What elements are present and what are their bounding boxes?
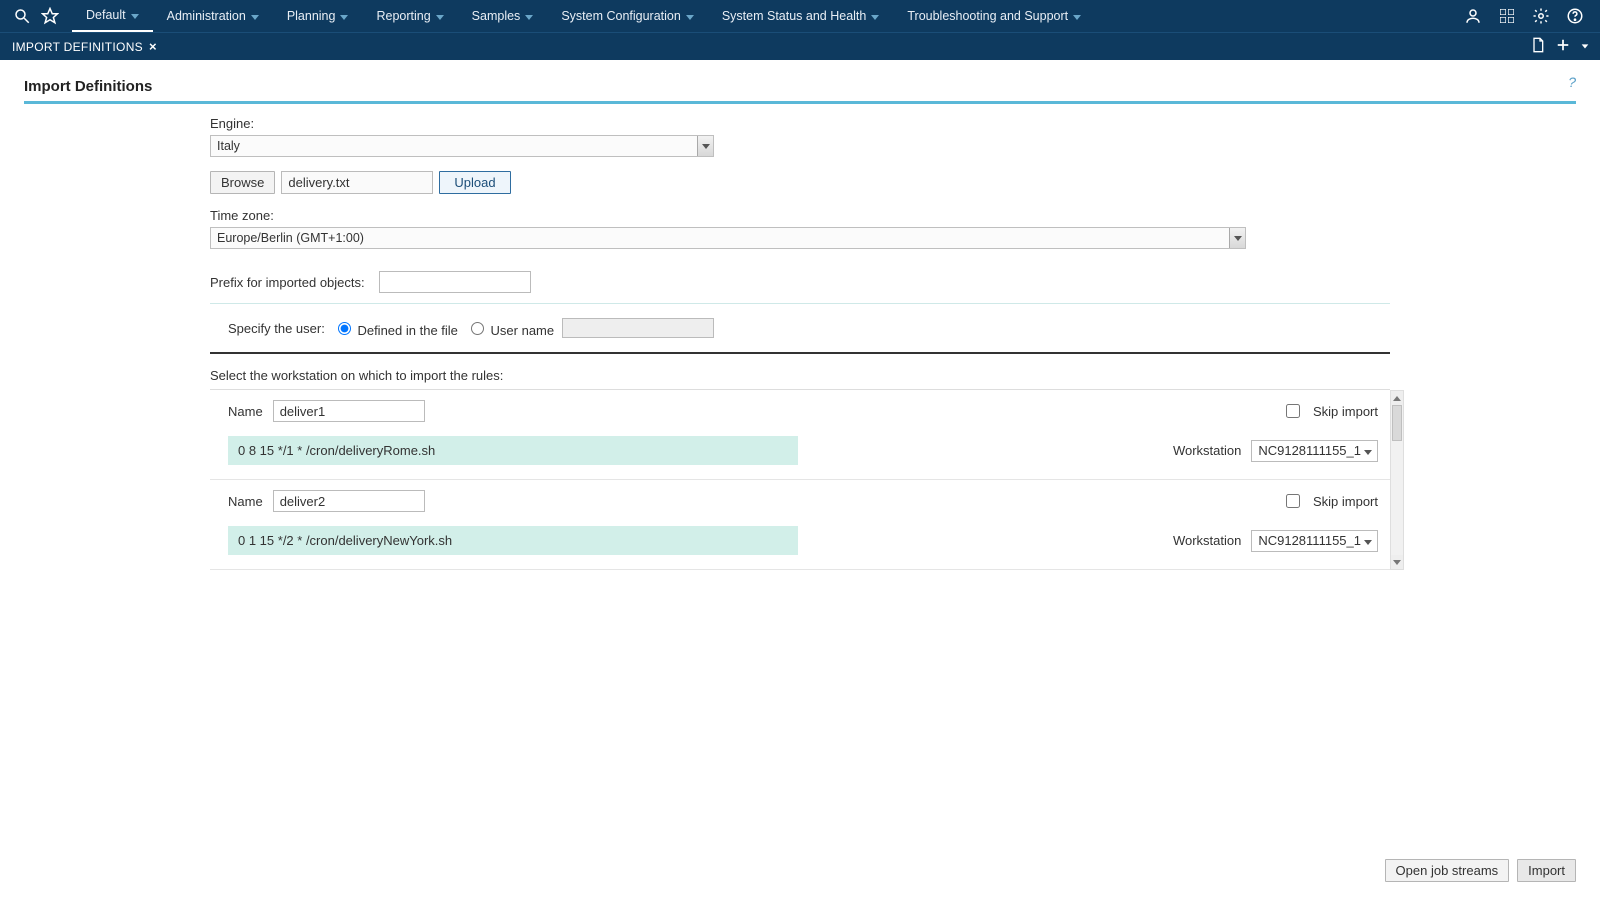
menu-label: Planning: [287, 9, 336, 23]
apps-grid-icon[interactable]: [1494, 2, 1520, 30]
prefix-input[interactable]: [379, 271, 531, 293]
browse-button[interactable]: Browse: [210, 171, 275, 194]
workstation-label: Workstation: [1173, 533, 1241, 548]
workstation-value: NC9128111155_1: [1258, 443, 1361, 458]
rule-name-input[interactable]: [273, 490, 425, 512]
dropdown-arrow-icon: [1361, 443, 1375, 458]
upload-button[interactable]: Upload: [439, 171, 510, 194]
tab-menu-caret-icon[interactable]: [1580, 39, 1590, 54]
rules-header: Select the workstation on which to impor…: [210, 368, 1390, 383]
rule-name-input[interactable]: [273, 400, 425, 422]
username-input: [562, 318, 714, 338]
search-icon[interactable]: [8, 2, 36, 30]
scroll-thumb[interactable]: [1392, 405, 1402, 441]
file-name-input[interactable]: [281, 171, 433, 194]
menu-label: Troubleshooting and Support: [907, 9, 1068, 23]
rules-scrollbar[interactable]: [1390, 390, 1404, 570]
favorite-star-icon[interactable]: [36, 2, 64, 30]
import-button[interactable]: Import: [1517, 859, 1576, 882]
timezone-label: Time zone:: [210, 208, 1390, 223]
prefix-label: Prefix for imported objects:: [210, 275, 365, 290]
engine-label: Engine:: [210, 116, 1390, 131]
skip-import-label: Skip import: [1313, 404, 1378, 419]
menu-system-status[interactable]: System Status and Health: [708, 0, 894, 32]
rule-name-label: Name: [228, 404, 263, 419]
chevron-down-icon: [871, 15, 879, 20]
workstation-select[interactable]: NC9128111155_1: [1251, 440, 1378, 462]
chevron-down-icon: [686, 15, 694, 20]
workstation-label: Workstation: [1173, 443, 1241, 458]
chevron-down-icon: [525, 15, 533, 20]
timezone-value: Europe/Berlin (GMT+1:00): [211, 228, 1229, 248]
engine-select[interactable]: Italy: [210, 135, 714, 157]
specify-user-label: Specify the user:: [228, 321, 325, 336]
menu-label: Administration: [167, 9, 246, 23]
menu-samples[interactable]: Samples: [458, 0, 548, 32]
settings-gear-icon[interactable]: [1528, 2, 1554, 30]
dropdown-arrow-icon: [1361, 533, 1375, 548]
rule-name-label: Name: [228, 494, 263, 509]
main-menu-bar: Default Administration Planning Reportin…: [72, 0, 1095, 32]
engine-value: Italy: [211, 136, 697, 156]
menu-label: Reporting: [376, 9, 430, 23]
menu-label: System Status and Health: [722, 9, 867, 23]
rule-cron-expression: 0 1 15 */2 * /cron/deliveryNewYork.sh: [228, 526, 798, 555]
menu-administration[interactable]: Administration: [153, 0, 273, 32]
menu-planning[interactable]: Planning: [273, 0, 363, 32]
menu-system-configuration[interactable]: System Configuration: [547, 0, 708, 32]
rule-cron-expression: 0 8 15 */1 * /cron/deliveryRome.sh: [228, 436, 798, 465]
title-underline: [24, 101, 1576, 104]
rules-list: Name Skip import 0 8 15 */1 * /cron/deli…: [210, 390, 1390, 570]
add-icon[interactable]: [1556, 38, 1570, 55]
chevron-down-icon: [251, 15, 259, 20]
menu-label: System Configuration: [561, 9, 681, 23]
chevron-down-icon: [1073, 15, 1081, 20]
workstation-value: NC9128111155_1: [1258, 533, 1361, 548]
help-icon[interactable]: [1562, 2, 1588, 30]
radio-defined-in-file[interactable]: Defined in the file: [333, 319, 458, 338]
user-icon[interactable]: [1460, 2, 1486, 30]
page-help-icon[interactable]: ?: [1568, 74, 1576, 90]
close-tab-icon[interactable]: ×: [149, 39, 157, 54]
scroll-down-icon[interactable]: [1391, 555, 1403, 569]
menu-label: Default: [86, 8, 126, 22]
menu-label: Samples: [472, 9, 521, 23]
radio-user-name[interactable]: User name: [466, 319, 554, 338]
page-title: Import Definitions: [24, 78, 1576, 95]
menu-troubleshooting[interactable]: Troubleshooting and Support: [893, 0, 1095, 32]
chevron-down-icon: [131, 14, 139, 19]
menu-default[interactable]: Default: [72, 0, 153, 32]
skip-import-checkbox[interactable]: Skip import: [1282, 401, 1378, 421]
scroll-up-icon[interactable]: [1391, 391, 1403, 405]
timezone-select[interactable]: Europe/Berlin (GMT+1:00): [210, 227, 1246, 249]
skip-import-checkbox[interactable]: Skip import: [1282, 491, 1378, 511]
radio-label: User name: [491, 323, 555, 338]
menu-reporting[interactable]: Reporting: [362, 0, 457, 32]
chevron-down-icon: [340, 15, 348, 20]
tab-label: IMPORT DEFINITIONS: [12, 40, 143, 54]
document-icon[interactable]: [1530, 37, 1546, 56]
workstation-select[interactable]: NC9128111155_1: [1251, 530, 1378, 552]
dropdown-arrow-icon[interactable]: [697, 136, 713, 156]
radio-label: Defined in the file: [357, 323, 457, 338]
rule-block: Name Skip import 0 1 15 */2 * /cron/deli…: [210, 480, 1390, 570]
rule-block: Name Skip import 0 8 15 */1 * /cron/deli…: [210, 390, 1390, 480]
dropdown-arrow-icon[interactable]: [1229, 228, 1245, 248]
chevron-down-icon: [436, 15, 444, 20]
skip-import-label: Skip import: [1313, 494, 1378, 509]
open-job-streams-button[interactable]: Open job streams: [1385, 859, 1510, 882]
tab-import-definitions[interactable]: IMPORT DEFINITIONS ×: [10, 33, 159, 61]
